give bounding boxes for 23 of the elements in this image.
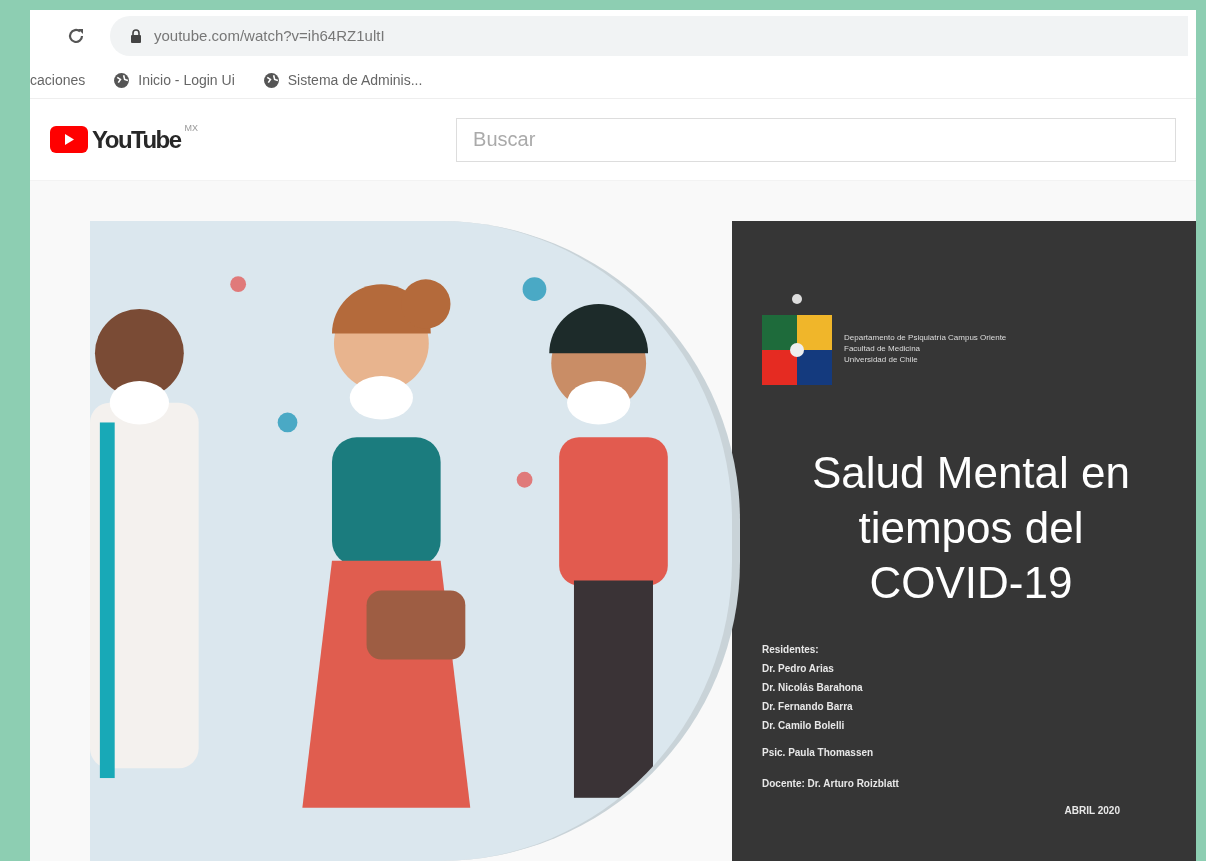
address-bar[interactable]: youtube.com/watch?v=ih64RZ1ultI	[110, 16, 1188, 57]
slide-title: Salud Mental en tiempos del COVID-19	[811, 447, 1131, 609]
slide-date: ABRIL 2020	[1064, 804, 1120, 818]
resident-name: Dr. Fernando Barra	[762, 700, 854, 714]
institution-line: Universidad de Chile	[844, 354, 919, 365]
teacher-name: Docente: Dr. Arturo Roizblatt	[762, 777, 900, 791]
bookmark-link[interactable]: Inicio - Login Ui	[113, 69, 235, 91]
institution-line: Departamento de Psiquiatría Campus Oriente	[844, 332, 1007, 343]
resident-name: Dr. Pedro Arias	[762, 662, 835, 676]
logo-text: YouTube	[92, 124, 181, 155]
search-field[interactable]: Buscar	[456, 117, 1176, 162]
institution-line: Facultad de Medicina	[844, 343, 922, 354]
play-logo-icon	[50, 125, 88, 153]
region-label: MX	[184, 121, 199, 135]
resident-name: Dr. Camilo Bolelli	[762, 719, 846, 733]
psychologist-name: Psic. Paula Thomassen	[762, 746, 875, 760]
crest-icon	[762, 291, 832, 385]
url-text: youtube.com/watch?v=ih64RZ1ultI	[154, 26, 385, 47]
bookmark-link[interactable]: caciones	[30, 69, 86, 91]
resident-name: Dr. Nicolás Barahona	[762, 681, 864, 695]
bookmark-link[interactable]: Sistema de Adminis...	[262, 69, 423, 91]
residents-heading: Residentes:	[762, 643, 820, 657]
lock-icon	[130, 28, 142, 44]
